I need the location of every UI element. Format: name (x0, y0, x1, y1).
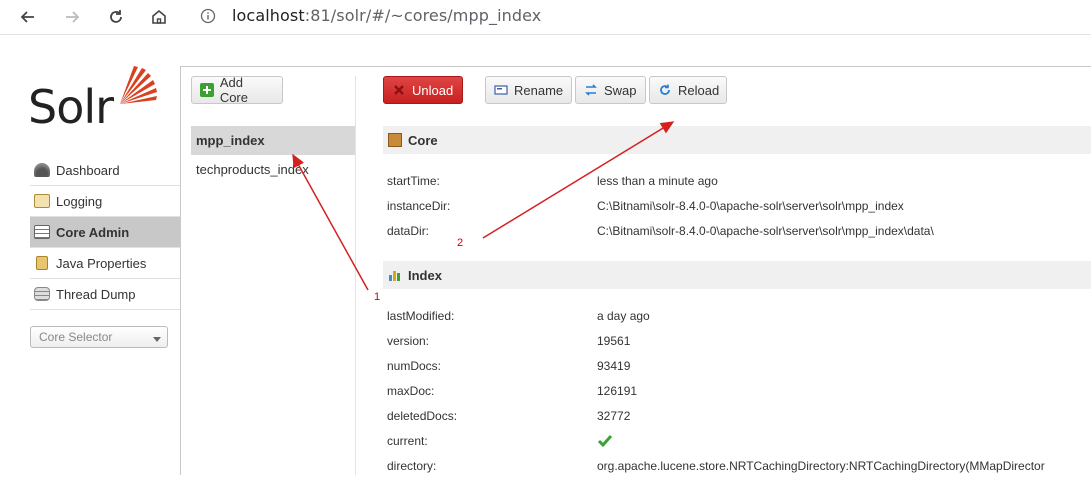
annotation-arrow-1 (292, 153, 369, 291)
annotation-arrow-2 (482, 121, 675, 239)
annotation-arrows (292, 121, 675, 291)
annotation-label-2: 2 (457, 237, 464, 249)
annotation-label-1: 1 (374, 291, 381, 303)
